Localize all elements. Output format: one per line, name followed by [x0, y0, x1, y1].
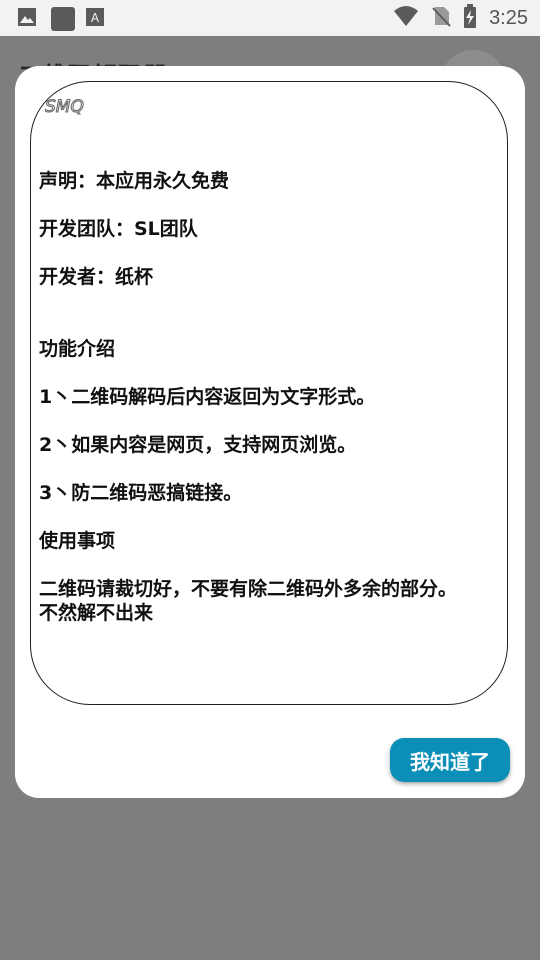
feature-item-1: 1丶二维码解码后内容返回为文字形式。 — [39, 386, 376, 408]
status-time: 3:25 — [489, 6, 528, 29]
wifi-icon — [393, 5, 419, 31]
smq-logo: SMQ — [44, 96, 93, 117]
statement-line: 声明：本应用永久免费 — [39, 170, 230, 192]
team-line: 开发团队：SL团队 — [39, 218, 198, 240]
svg-text:SMQ: SMQ — [45, 97, 84, 116]
usage-note-line-2: 不然解不出来 — [39, 602, 154, 624]
info-card: SMQ 声明：本应用永久免费 开发团队：SL团队 开发者：纸杯 功能介绍 1丶二… — [30, 81, 508, 705]
no-sim-icon — [431, 5, 451, 31]
gallery-icon — [16, 6, 38, 28]
usage-note-line-1: 二维码请裁切好，不要有除二维码外多余的部分。 — [39, 578, 458, 600]
features-heading: 功能介绍 — [39, 338, 116, 360]
status-bar: A 3:25 — [0, 0, 540, 36]
got-it-button[interactable]: 我知道了 — [390, 738, 510, 782]
feature-item-3: 3丶防二维码恶搞链接。 — [39, 482, 243, 504]
feature-item-2: 2丶如果内容是网页，支持网页浏览。 — [39, 434, 357, 456]
square-app-icon — [50, 6, 75, 31]
developer-line: 开发者：纸杯 — [39, 266, 154, 288]
text-app-icon: A — [84, 6, 106, 28]
svg-text:A: A — [91, 11, 100, 25]
status-bar-left: A — [16, 6, 106, 31]
about-dialog: SMQ 声明：本应用永久免费 开发团队：SL团队 开发者：纸杯 功能介绍 1丶二… — [15, 66, 525, 798]
status-bar-right: 3:25 — [393, 4, 528, 32]
battery-icon — [463, 4, 477, 32]
usage-heading: 使用事项 — [39, 530, 116, 552]
